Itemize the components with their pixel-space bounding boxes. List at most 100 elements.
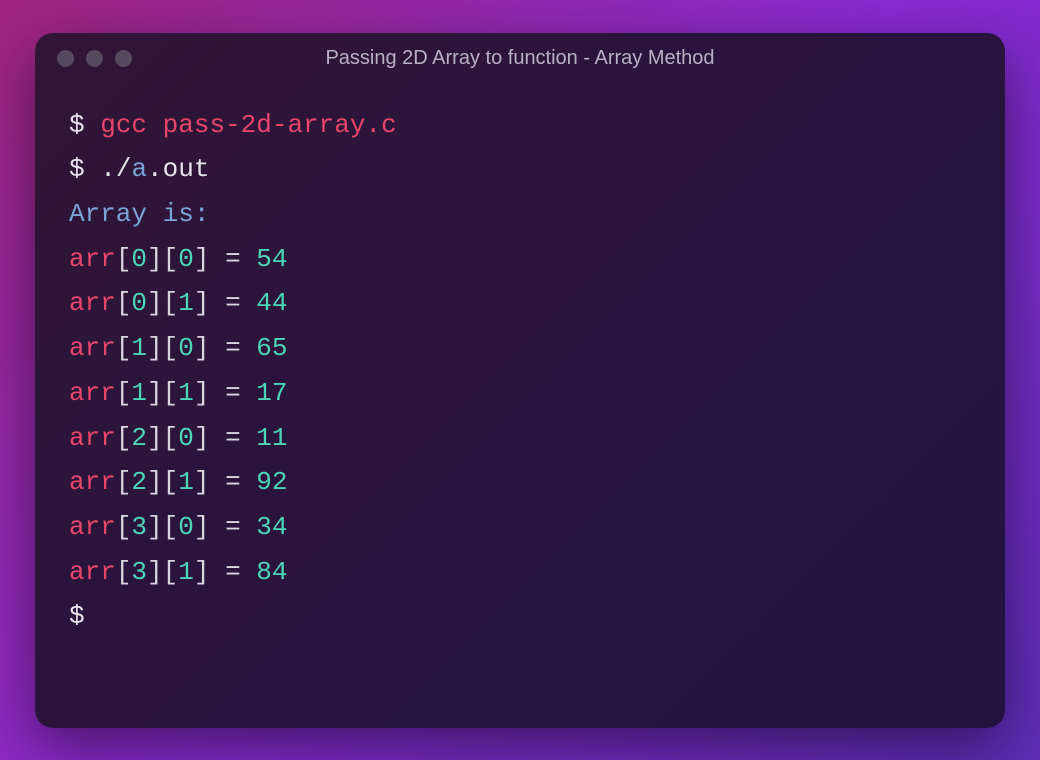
array-value: 34 — [256, 512, 287, 542]
compiler-name: gcc — [100, 110, 147, 140]
left-bracket: [ — [163, 467, 179, 497]
left-bracket: [ — [116, 557, 132, 587]
right-bracket: ] — [147, 288, 163, 318]
array-entry-line: arr[0][0] = 54 — [69, 237, 971, 282]
array-output: arr[0][0] = 54arr[0][1] = 44arr[1][0] = … — [69, 237, 971, 595]
maximize-icon[interactable] — [115, 50, 132, 67]
window-title: Passing 2D Array to function - Array Met… — [57, 47, 983, 70]
left-bracket: [ — [163, 244, 179, 274]
col-index: 0 — [178, 244, 194, 274]
run-line: $ ./a.out — [69, 147, 971, 192]
left-bracket: [ — [163, 378, 179, 408]
array-value: 92 — [256, 467, 287, 497]
row-index: 1 — [131, 378, 147, 408]
col-index: 0 — [178, 423, 194, 453]
array-name: arr — [69, 244, 116, 274]
terminal-body[interactable]: $ gcc pass-2d-array.c $ ./a.out Array is… — [35, 85, 1005, 728]
left-bracket: [ — [116, 423, 132, 453]
left-bracket: [ — [163, 423, 179, 453]
compile-line: $ gcc pass-2d-array.c — [69, 103, 971, 148]
equals-sign: = — [209, 467, 256, 497]
source-file: pass-2d-array.c — [163, 110, 397, 140]
array-entry-line: arr[1][1] = 17 — [69, 371, 971, 416]
left-bracket: [ — [116, 378, 132, 408]
equals-sign: = — [209, 557, 256, 587]
right-bracket: ] — [147, 378, 163, 408]
close-icon[interactable] — [57, 50, 74, 67]
prompt-symbol: $ — [69, 601, 85, 631]
right-bracket: ] — [194, 467, 210, 497]
row-index: 3 — [131, 512, 147, 542]
array-name: arr — [69, 288, 116, 318]
right-bracket: ] — [147, 244, 163, 274]
array-value: 44 — [256, 288, 287, 318]
right-bracket: ] — [147, 557, 163, 587]
array-value: 84 — [256, 557, 287, 587]
col-index: 1 — [178, 467, 194, 497]
array-entry-line: arr[2][1] = 92 — [69, 460, 971, 505]
right-bracket: ] — [147, 512, 163, 542]
right-bracket: ] — [194, 378, 210, 408]
right-bracket: ] — [194, 512, 210, 542]
right-bracket: ] — [194, 333, 210, 363]
minimize-icon[interactable] — [86, 50, 103, 67]
array-name: arr — [69, 557, 116, 587]
array-name: arr — [69, 333, 116, 363]
right-bracket: ] — [194, 557, 210, 587]
output-header: Array is: — [69, 192, 971, 237]
traffic-lights — [57, 50, 132, 67]
row-index: 2 — [131, 423, 147, 453]
array-name: arr — [69, 512, 116, 542]
equals-sign: = — [209, 378, 256, 408]
final-prompt-line: $ — [69, 594, 971, 639]
array-value: 54 — [256, 244, 287, 274]
row-index: 1 — [131, 333, 147, 363]
col-index: 1 — [178, 557, 194, 587]
array-name: arr — [69, 423, 116, 453]
right-bracket: ] — [194, 244, 210, 274]
right-bracket: ] — [147, 333, 163, 363]
terminal-window: Passing 2D Array to function - Array Met… — [35, 33, 1005, 728]
col-index: 0 — [178, 333, 194, 363]
left-bracket: [ — [163, 512, 179, 542]
row-index: 3 — [131, 557, 147, 587]
prompt-symbol: $ — [69, 110, 85, 140]
right-bracket: ] — [147, 423, 163, 453]
prompt-symbol: $ — [69, 154, 85, 184]
array-value: 65 — [256, 333, 287, 363]
array-entry-line: arr[2][0] = 11 — [69, 416, 971, 461]
left-bracket: [ — [116, 333, 132, 363]
row-index: 0 — [131, 288, 147, 318]
left-bracket: [ — [163, 333, 179, 363]
left-bracket: [ — [163, 557, 179, 587]
array-name: arr — [69, 378, 116, 408]
right-bracket: ] — [194, 423, 210, 453]
col-index: 0 — [178, 512, 194, 542]
executable-ext: .out — [147, 154, 209, 184]
row-index: 2 — [131, 467, 147, 497]
left-bracket: [ — [163, 288, 179, 318]
array-entry-line: arr[3][1] = 84 — [69, 550, 971, 595]
array-entry-line: arr[3][0] = 34 — [69, 505, 971, 550]
title-bar: Passing 2D Array to function - Array Met… — [35, 33, 1005, 85]
equals-sign: = — [209, 423, 256, 453]
left-bracket: [ — [116, 288, 132, 318]
equals-sign: = — [209, 244, 256, 274]
dot-slash: ./ — [100, 154, 131, 184]
left-bracket: [ — [116, 512, 132, 542]
col-index: 1 — [178, 288, 194, 318]
col-index: 1 — [178, 378, 194, 408]
equals-sign: = — [209, 288, 256, 318]
left-bracket: [ — [116, 244, 132, 274]
array-entry-line: arr[1][0] = 65 — [69, 326, 971, 371]
equals-sign: = — [209, 512, 256, 542]
array-value: 11 — [256, 423, 287, 453]
array-value: 17 — [256, 378, 287, 408]
array-entry-line: arr[0][1] = 44 — [69, 281, 971, 326]
array-name: arr — [69, 467, 116, 497]
equals-sign: = — [209, 333, 256, 363]
right-bracket: ] — [147, 467, 163, 497]
executable-name: a — [131, 154, 147, 184]
row-index: 0 — [131, 244, 147, 274]
left-bracket: [ — [116, 467, 132, 497]
